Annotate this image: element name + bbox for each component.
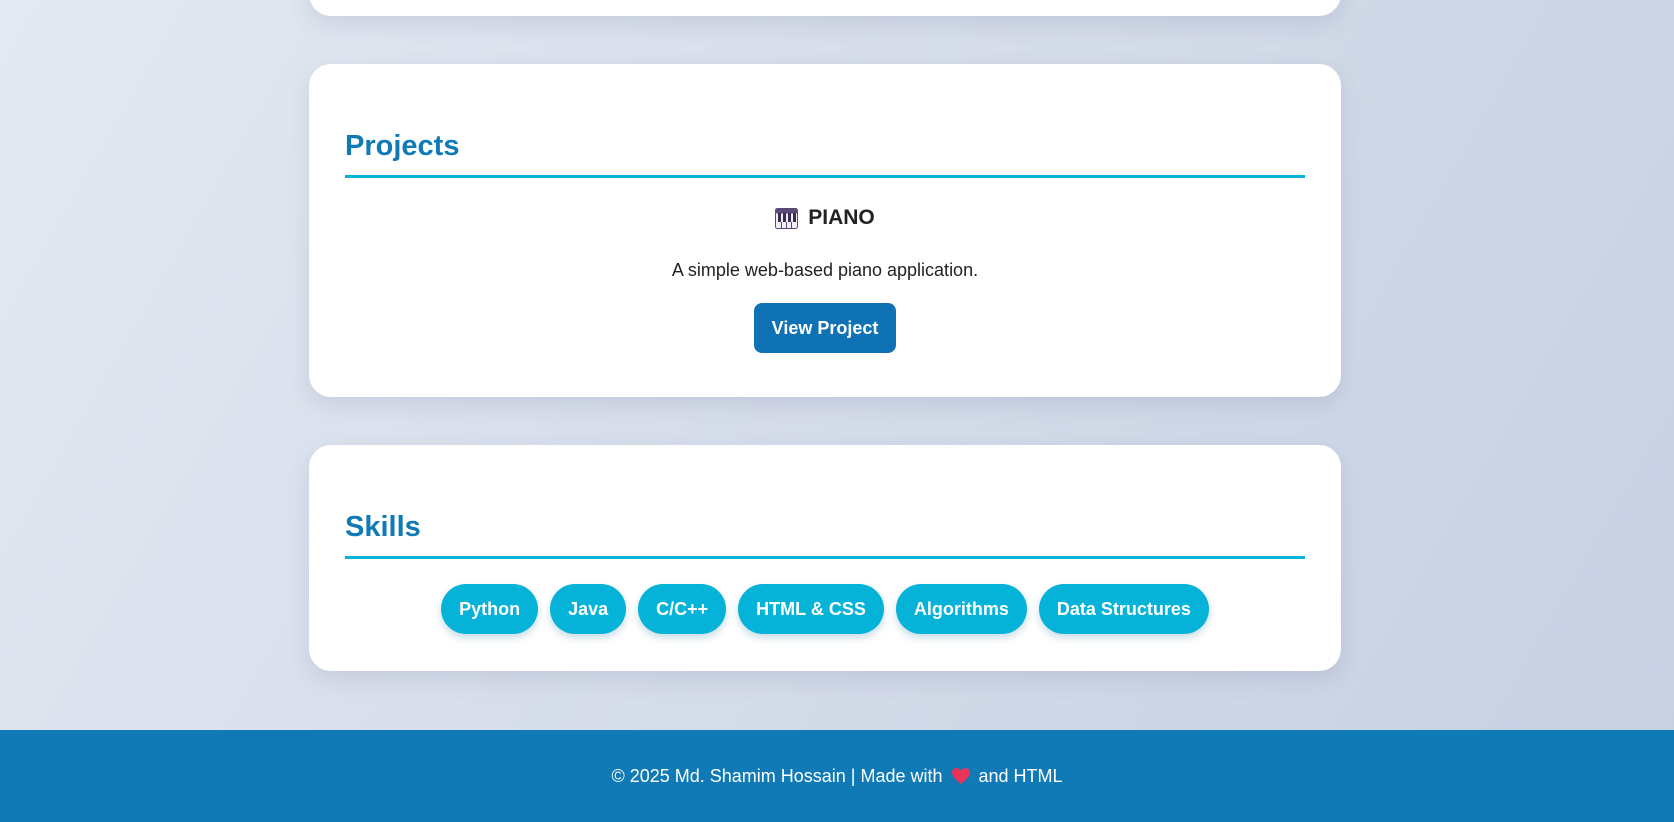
view-project-button[interactable]: View Project — [753, 302, 897, 353]
footer-copyright: © 2025 Md. Shamim Hossain | Made with — [611, 765, 943, 786]
project-card-piano: PIANO A simple web-based piano applicati… — [309, 204, 1341, 353]
skill-chip-html-css[interactable]: HTML & CSS — [738, 584, 884, 634]
project-title: PIANO — [775, 204, 875, 232]
skills-list: Python Java C/C++ HTML & CSS Algorithms … — [309, 584, 1341, 634]
page-footer: © 2025 Md. Shamim Hossain | Made with an… — [0, 730, 1674, 822]
previous-section-card — [309, 0, 1341, 16]
heart-icon — [951, 768, 970, 784]
skills-heading: Skills — [345, 511, 421, 543]
skills-section: Skills Python Java C/C++ HTML & CSS Algo… — [309, 445, 1341, 671]
projects-divider — [345, 175, 1305, 178]
skill-chip-data-structures[interactable]: Data Structures — [1038, 584, 1209, 634]
projects-section: Projects PIANO A simple web-based piano … — [309, 64, 1341, 397]
skill-chip-c-cpp[interactable]: C/C++ — [638, 584, 727, 634]
project-title-text: PIANO — [808, 206, 875, 229]
skill-chip-python[interactable]: Python — [441, 584, 539, 634]
skills-divider — [345, 556, 1305, 559]
projects-heading: Projects — [345, 130, 460, 162]
footer-suffix: and HTML — [978, 765, 1063, 786]
piano-icon — [775, 207, 799, 229]
skill-chip-java[interactable]: Java — [550, 584, 627, 634]
skill-chip-algorithms[interactable]: Algorithms — [895, 584, 1027, 634]
project-description: A simple web-based piano application. — [671, 259, 979, 280]
